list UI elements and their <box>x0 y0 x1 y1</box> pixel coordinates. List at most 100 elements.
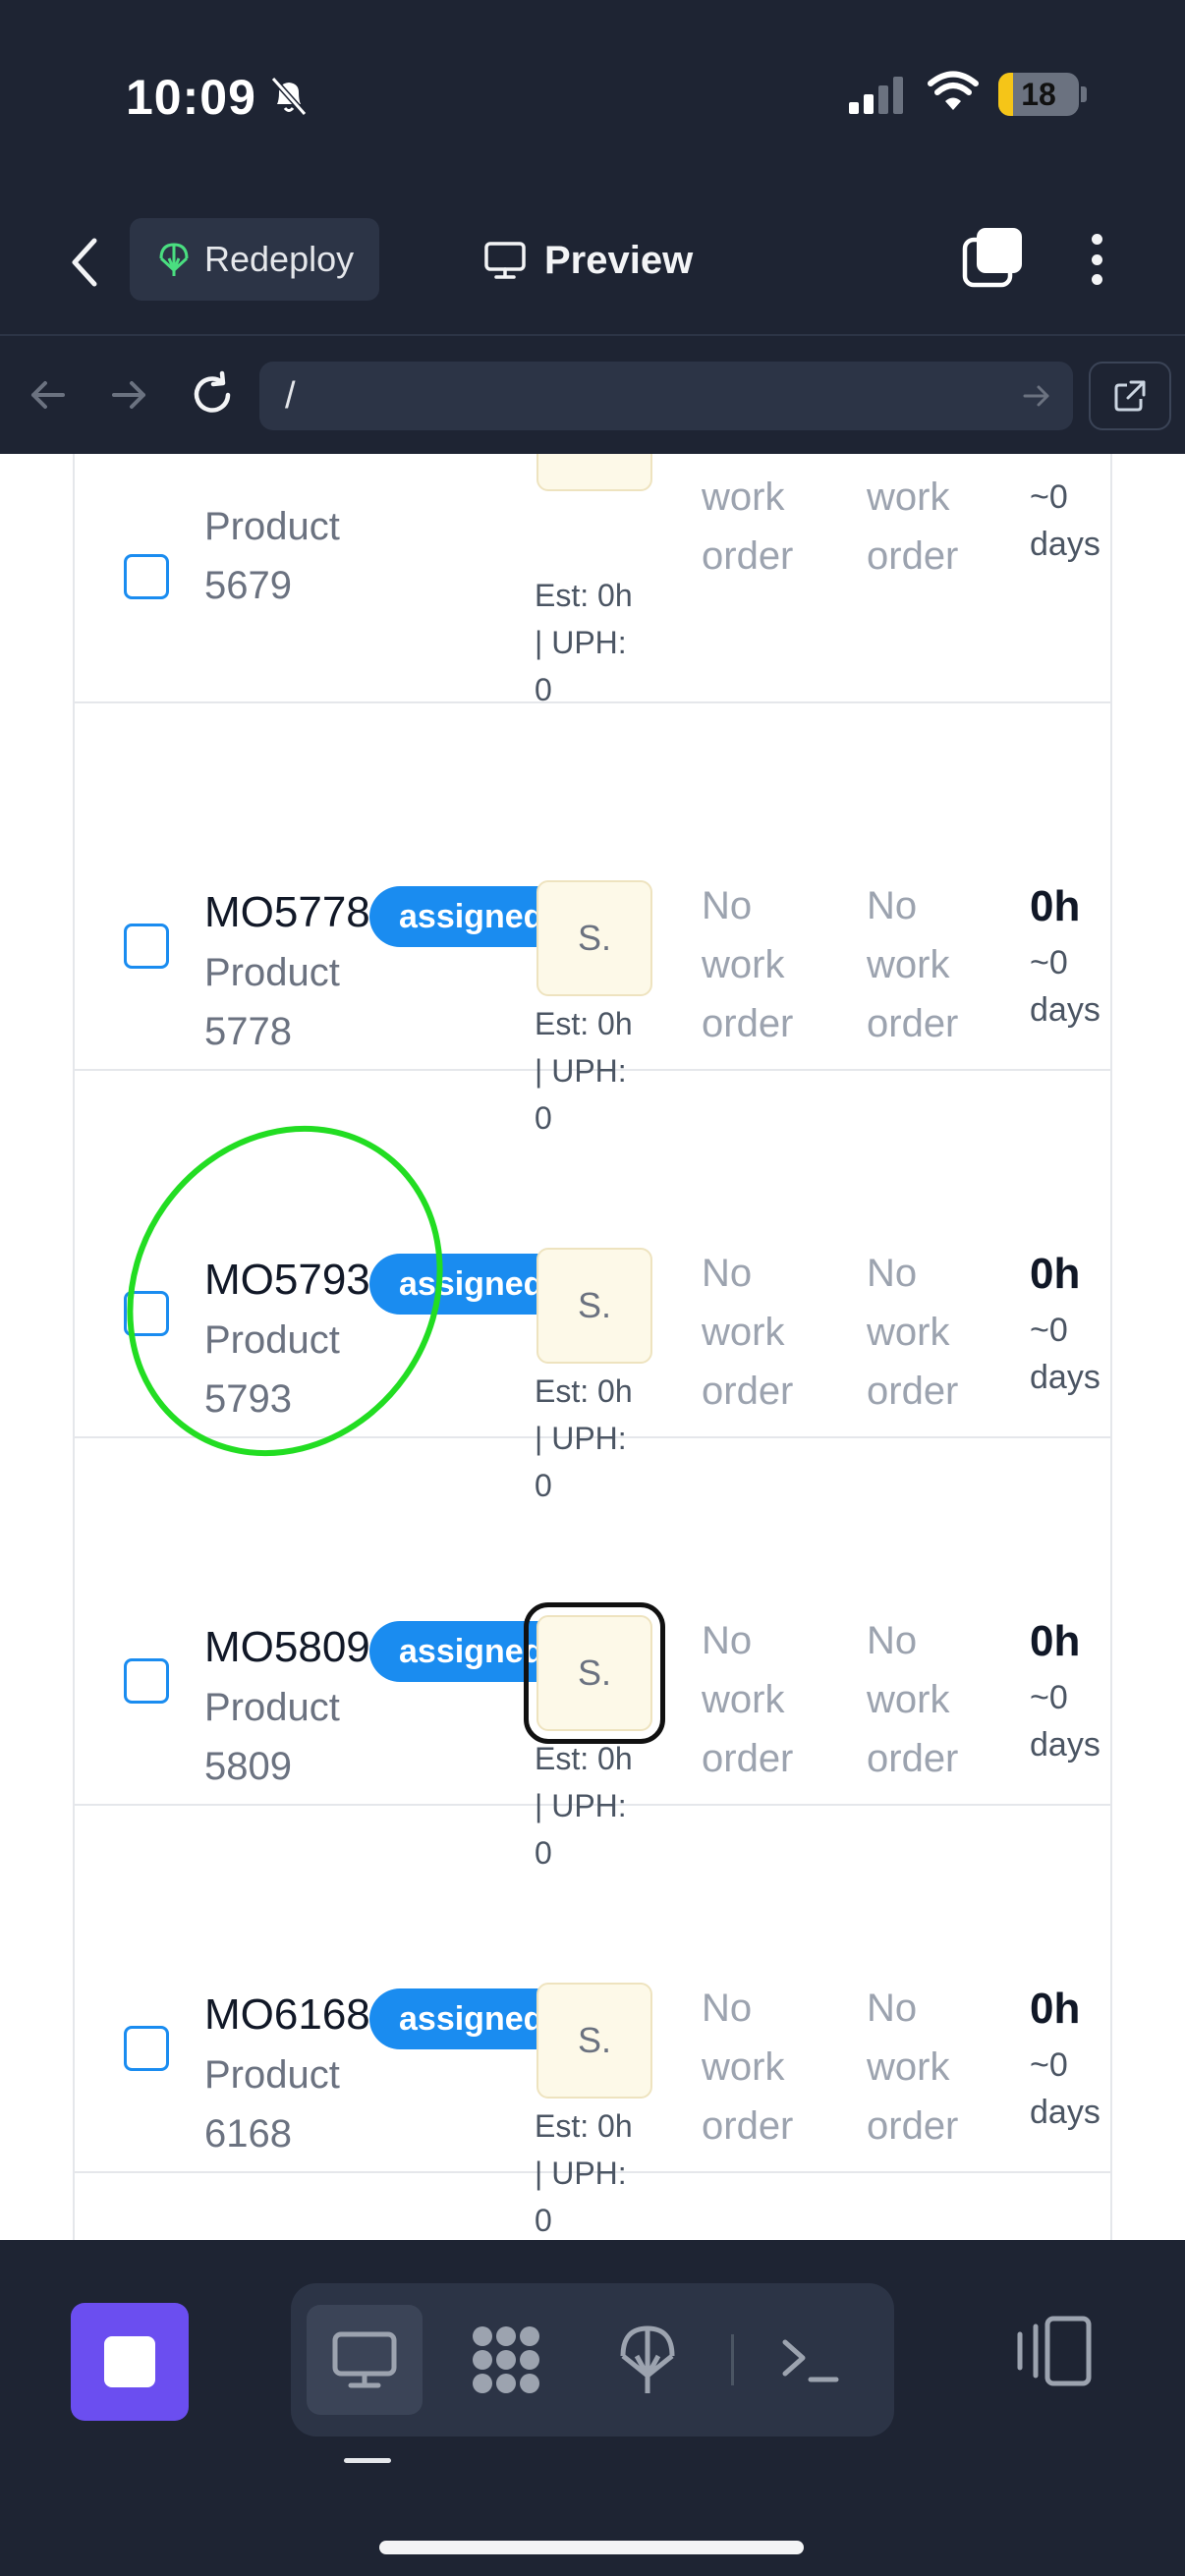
arrow-right-icon[interactable] <box>100 365 159 424</box>
status-badge: assigned <box>369 1254 546 1315</box>
back-button[interactable] <box>57 231 112 294</box>
product-label: Product <box>204 2053 340 2097</box>
work-order-cell: work order <box>702 468 829 586</box>
deploy-icon <box>620 2325 675 2393</box>
work-order-line: work <box>702 943 785 986</box>
days-value: ~0 <box>1030 1679 1068 1716</box>
duration-days: ~0 days <box>1030 474 1100 568</box>
est-uph-label: | UPH: <box>535 625 627 660</box>
status-button[interactable]: S. <box>536 1248 652 1364</box>
bell-off-icon <box>270 77 308 116</box>
work-order-line: No <box>867 1252 918 1295</box>
clock: 10:09 <box>126 70 256 125</box>
days-unit: days <box>1030 526 1100 563</box>
url-input[interactable]: / <box>259 362 1073 430</box>
days-unit: days <box>1030 1359 1100 1396</box>
battery-percent: 18 <box>1021 76 1056 112</box>
terminal-tab[interactable] <box>753 2305 869 2415</box>
row-checkbox[interactable] <box>124 1658 169 1704</box>
work-order-line: work <box>867 1311 950 1354</box>
table-row: MO6168 assigned Product 6168 S. Est: 0h … <box>75 1806 1110 2238</box>
status-button[interactable]: S. <box>536 1983 652 2099</box>
work-order-line: order <box>702 1737 794 1780</box>
work-order-cell: No work order <box>867 1611 994 1788</box>
url-text: / <box>285 374 296 417</box>
redeploy-label: Redeploy <box>204 239 355 279</box>
status-badge: assigned <box>369 886 546 947</box>
back-icon <box>72 238 97 287</box>
work-order-line: No <box>867 884 918 927</box>
status-button-focused[interactable]: S. <box>524 1602 665 1744</box>
work-order-line: order <box>867 1002 959 1045</box>
status-text: S. <box>577 918 611 958</box>
dock-divider <box>731 2334 734 2385</box>
product-label: Product <box>204 505 340 548</box>
product-number: 5809 <box>204 1745 292 1788</box>
work-order-cell: No work order <box>867 1979 994 2156</box>
work-order-line: No <box>867 1619 918 1662</box>
stop-icon <box>104 2336 155 2387</box>
status-button[interactable]: S. <box>536 454 652 491</box>
active-tab-indicator <box>344 2458 391 2463</box>
days-value: ~0 <box>1030 1312 1068 1349</box>
desktop-icon <box>332 2331 397 2388</box>
row-checkbox[interactable] <box>124 1291 169 1336</box>
row-checkbox[interactable] <box>124 924 169 969</box>
product-label: Product <box>204 1318 340 1362</box>
work-order-line: order <box>702 1002 794 1045</box>
work-order-line: work <box>702 2045 785 2089</box>
work-order-line: No <box>867 1987 918 2030</box>
days-unit: days <box>1030 1726 1100 1764</box>
work-order-line: work <box>702 1311 785 1354</box>
est-hours: Est: 0h <box>535 1741 633 1776</box>
mo-number: MO6168 <box>204 1990 370 2039</box>
est-hours: Est: 0h <box>535 1373 633 1409</box>
tabs-icon[interactable] <box>961 226 1024 289</box>
table-row: Product 5679 S. Est: 0h | UPH: 0 work or… <box>75 454 1110 707</box>
table-row: MO5778 assigned Product 5778 S. Est: 0h … <box>75 703 1110 1136</box>
split-view-icon[interactable] <box>1012 2311 1095 2393</box>
product-number: 6168 <box>204 2112 292 2156</box>
desktop-tab[interactable] <box>307 2305 423 2415</box>
reload-icon[interactable] <box>183 365 242 424</box>
days-value: ~0 <box>1030 478 1068 516</box>
product-name: Product 5778 <box>204 943 362 1061</box>
work-order-cell: No work order <box>702 1611 829 1788</box>
duration-hours: 0h <box>1030 1617 1081 1665</box>
apps-tab[interactable] <box>448 2305 564 2415</box>
work-order-cell: No work order <box>867 876 994 1053</box>
work-order-line: order <box>867 1370 959 1413</box>
preview-tab[interactable]: Preview <box>483 226 693 295</box>
go-arrow-icon[interactable] <box>1020 379 1053 413</box>
more-button[interactable] <box>1075 228 1118 291</box>
product-label: Product <box>204 1686 340 1729</box>
deploy-tab[interactable] <box>590 2305 705 2415</box>
table-row <box>75 2173 1110 2240</box>
arrow-left-icon[interactable] <box>20 365 79 424</box>
wifi-icon <box>928 71 979 110</box>
work-order-line: work <box>702 1678 785 1721</box>
status-button[interactable]: S. <box>536 880 652 996</box>
days-unit: days <box>1030 991 1100 1029</box>
estimate-text: Est: 0h | UPH: 0 <box>535 572 662 713</box>
product-name: Product 5793 <box>204 1311 362 1428</box>
row-checkbox[interactable] <box>124 554 169 599</box>
open-external-button[interactable] <box>1089 362 1171 430</box>
product-number: 5679 <box>204 564 292 607</box>
work-order-line: order <box>702 1370 794 1413</box>
work-order-line: No <box>702 1619 753 1662</box>
product-name: Product 6168 <box>204 2045 362 2163</box>
duration-days: ~0 days <box>1030 2042 1100 2136</box>
row-checkbox[interactable] <box>124 2026 169 2071</box>
est-hours: Est: 0h <box>535 2108 633 2144</box>
duration-hours: 0h <box>1030 882 1081 930</box>
more-dot <box>1091 253 1102 265</box>
redeploy-button[interactable]: Redeploy <box>130 218 379 301</box>
work-order-line: No <box>702 1987 753 2030</box>
work-order-line: work <box>702 476 785 519</box>
stop-button[interactable] <box>71 2303 189 2421</box>
work-order-line: No <box>702 884 753 927</box>
duration-days: ~0 days <box>1030 939 1100 1034</box>
work-order-line: order <box>867 534 959 578</box>
status-text: S. <box>577 2020 611 2060</box>
